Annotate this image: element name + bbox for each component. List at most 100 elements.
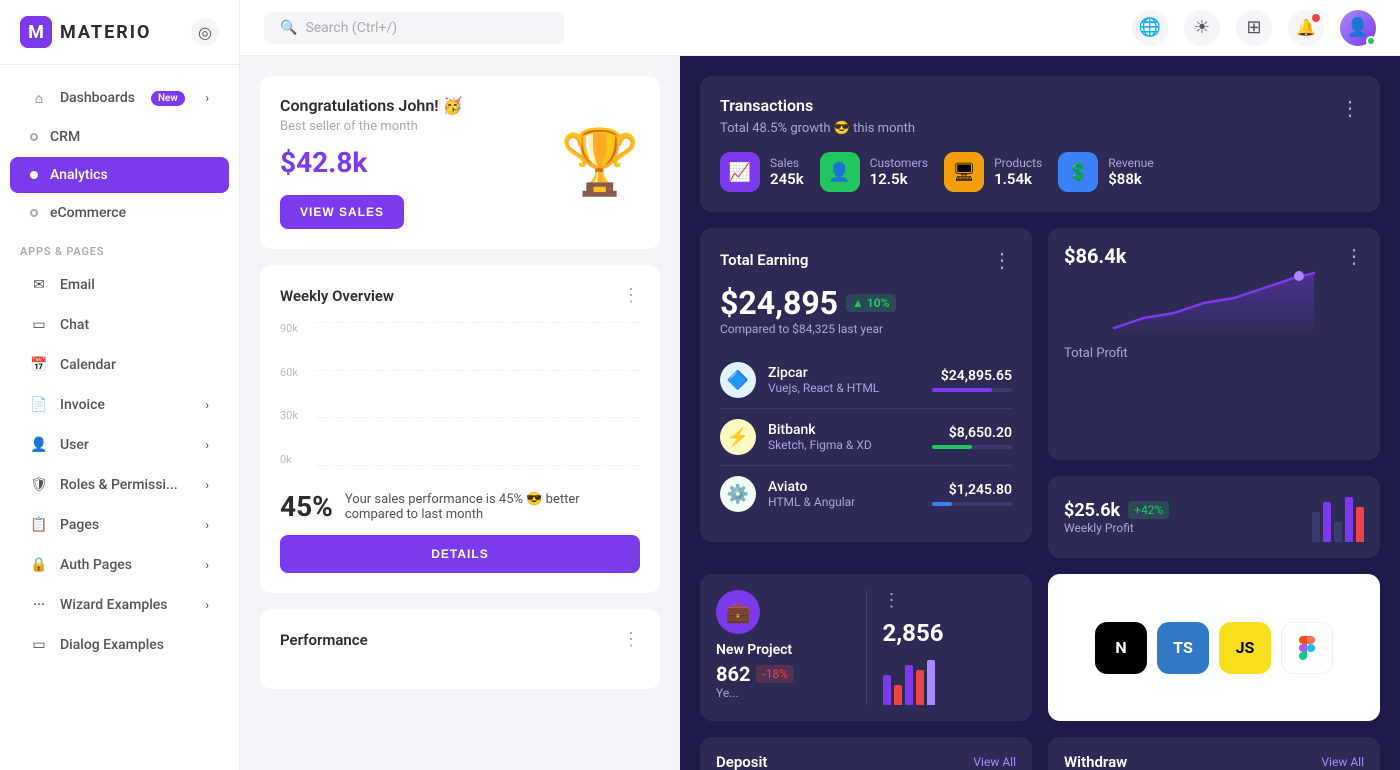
sidebar-item-roles[interactable]: 🛡 Roles & Permissi... ›	[10, 466, 229, 504]
tx-menu-icon[interactable]: ⋮	[1340, 96, 1360, 120]
bitbank-name: Bitbank	[768, 422, 920, 438]
sidebar-item-dashboards[interactable]: ⌂ Dashboards New ›	[10, 79, 229, 117]
deposit-view-all[interactable]: View All	[973, 755, 1016, 769]
crm-label: CRM	[50, 129, 80, 145]
sidebar-item-wizard[interactable]: ··· Wizard Examples ›	[10, 586, 229, 624]
weekly-footer: 45% Your sales performance is 45% 😎 bett…	[280, 490, 640, 523]
briefcase-icon: 💼	[716, 590, 760, 634]
tx-header: Transactions Total 48.5% growth 😎 this m…	[720, 96, 1360, 152]
tx-revenue-info: Revenue $88k	[1108, 156, 1153, 188]
new-badge: New	[151, 91, 185, 106]
zipcar-amount: $24,895.65	[932, 368, 1012, 392]
project-right-number: 2,856	[883, 619, 1017, 647]
details-button[interactable]: DETAILS	[280, 535, 640, 573]
zipcar-name: Zipcar	[768, 365, 920, 381]
sidebar-item-chat[interactable]: ▭ Chat	[10, 306, 229, 344]
tx-products: 🖥 Products 1.54k	[944, 152, 1042, 192]
mini-bar	[1323, 502, 1331, 542]
sales-value: 245k	[770, 170, 804, 188]
avatar[interactable]: 👤	[1340, 10, 1376, 46]
chat-label: Chat	[60, 317, 89, 333]
tx-sales-info: Sales 245k	[770, 156, 804, 188]
earning-menu-icon[interactable]: ⋮	[992, 248, 1012, 272]
congrats-subtitle: Best seller of the month	[280, 119, 462, 134]
middle-row: Total Earning ⋮ $24,895 ▲ 10% Compared t…	[700, 228, 1380, 558]
wizard-icon: ···	[30, 596, 48, 614]
performance-menu-icon[interactable]: ⋮	[622, 629, 640, 650]
proj-bar	[916, 670, 924, 705]
profit-amount: $86.4k	[1064, 244, 1126, 268]
zipcar-tech: Vuejs, React & HTML	[768, 381, 920, 395]
withdraw-header: Withdraw View All	[1064, 753, 1364, 770]
withdraw-card: Withdraw View All	[1048, 737, 1380, 770]
sidebar-item-calendar[interactable]: 📅 Calendar	[10, 346, 229, 384]
customers-icon: 👤	[820, 152, 860, 192]
sidebar-item-invoice[interactable]: 📄 Invoice ›	[10, 386, 229, 424]
weekly-card-header: Weekly Overview ⋮	[280, 285, 640, 306]
view-sales-button[interactable]: VIEW SALES	[280, 195, 404, 229]
roles-icon: 🛡	[30, 476, 48, 494]
congrats-title: Congratulations John! 🥳	[280, 96, 462, 115]
nextjs-icon: N	[1095, 622, 1147, 674]
theme-icon[interactable]: ☀	[1184, 10, 1220, 46]
dialog-icon: ▭	[30, 636, 48, 654]
chevron-icon: ›	[205, 598, 209, 612]
profit-menu-icon[interactable]: ⋮	[1344, 244, 1364, 268]
mini-bar	[1356, 507, 1364, 542]
aviato-tech: HTML & Angular	[768, 495, 920, 509]
weekly-description: Your sales performance is 45% 😎 better c…	[345, 492, 640, 522]
sidebar-item-pages[interactable]: 📋 Pages ›	[10, 506, 229, 544]
growth-badge: ▲ 10%	[846, 294, 896, 312]
zipcar-info: Zipcar Vuejs, React & HTML	[768, 365, 920, 395]
calendar-label: Calendar	[60, 357, 116, 373]
sidebar-item-dialog[interactable]: ▭ Dialog Examples	[10, 626, 229, 664]
sidebar-item-crm[interactable]: CRM	[10, 119, 229, 155]
weekly-profit-header: $25.6k +42% Weekly Profit	[1064, 492, 1364, 542]
auth-icon: 🔒	[30, 556, 48, 574]
figma-icon	[1281, 622, 1333, 674]
proj-bar	[894, 685, 902, 705]
grid-icon[interactable]: ⊞	[1236, 10, 1272, 46]
withdraw-view-all[interactable]: View All	[1321, 755, 1364, 769]
tx-stats-row: 📈 Sales 245k 👤 Customers 12.5k	[720, 152, 1360, 192]
apps-section-title: APPS & PAGES	[0, 233, 239, 264]
earning-header: Total Earning ⋮	[720, 248, 1012, 272]
search-box[interactable]: 🔍 Search (Ctrl+/)	[264, 12, 564, 44]
bars-container	[320, 322, 640, 466]
sidebar-item-user[interactable]: 👤 User ›	[10, 426, 229, 464]
sidebar-item-analytics[interactable]: Analytics	[10, 157, 229, 193]
chevron-icon: ›	[205, 91, 209, 105]
profit-line-chart	[1064, 268, 1364, 338]
mini-bar	[1312, 512, 1320, 542]
aviato-name: Aviato	[768, 479, 920, 495]
pages-label: Pages	[60, 517, 99, 533]
performance-header: Performance ⋮	[280, 629, 640, 650]
sidebar-item-email[interactable]: ✉ Email	[10, 266, 229, 304]
chevron-icon: ›	[205, 558, 209, 572]
project-right-menu[interactable]: ⋮	[883, 590, 901, 611]
earning-comparison: Compared to $84,325 last year	[720, 322, 1012, 336]
zipcar-progress-bar	[932, 388, 992, 392]
proj-bar	[905, 665, 913, 705]
wizard-label: Wizard Examples	[60, 597, 168, 613]
javascript-icon: JS	[1219, 622, 1271, 674]
notification-icon[interactable]: 🔔	[1288, 10, 1324, 46]
sidebar-item-ecommerce[interactable]: eCommerce	[10, 195, 229, 231]
tx-info: Transactions Total 48.5% growth 😎 this m…	[720, 96, 915, 152]
aviato-progress-bg	[932, 502, 1012, 506]
weekly-menu-icon[interactable]: ⋮	[622, 285, 640, 306]
dashboards-label: Dashboards	[60, 90, 135, 106]
new-project-right: ⋮ 2,856	[866, 590, 1017, 705]
translate-icon[interactable]: 🌐	[1132, 10, 1168, 46]
email-label: Email	[60, 277, 95, 293]
analytics-label: Analytics	[50, 167, 108, 183]
zipcar-icon: 🔷	[720, 362, 756, 398]
sidebar-item-auth[interactable]: 🔒 Auth Pages ›	[10, 546, 229, 584]
tx-revenue: 💲 Revenue $88k	[1058, 152, 1153, 192]
sales-label: Sales	[770, 156, 804, 170]
earning-amount-display: $24,895 ▲ 10%	[720, 284, 1012, 322]
content-area: Congratulations John! 🥳 Best seller of t…	[240, 56, 1400, 770]
sidebar-toggle-icon[interactable]: ◎	[191, 18, 219, 46]
topbar: 🔍 Search (Ctrl+/) 🌐 ☀ ⊞ 🔔 👤	[240, 0, 1400, 56]
performance-card: Performance ⋮	[260, 609, 660, 689]
